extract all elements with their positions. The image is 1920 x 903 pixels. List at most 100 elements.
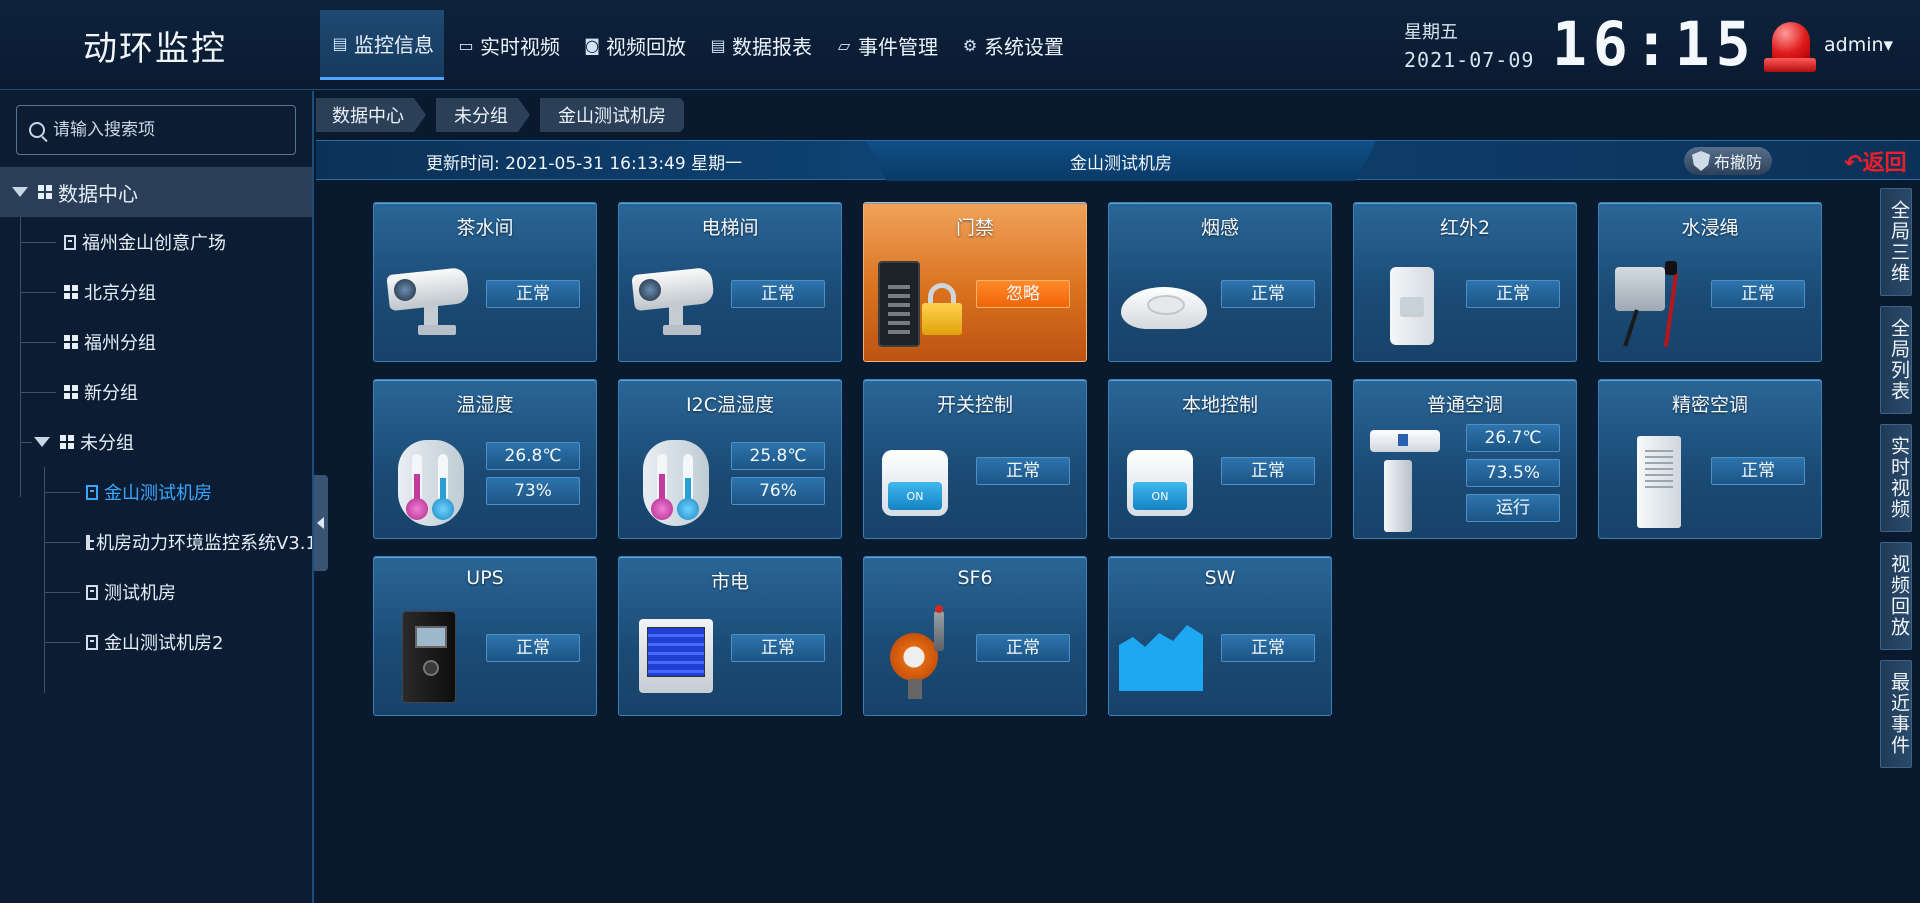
device-tree: 数据中心 福州金山创意广场 北京分组 福州分组 新分组 未分组 金山测试机房 机… [0, 167, 312, 693]
device-tile[interactable]: 烟感 正常 [1108, 202, 1332, 362]
room-icon [86, 634, 98, 650]
device-tile[interactable]: 水浸绳 正常 [1598, 202, 1822, 362]
search-input[interactable] [53, 120, 273, 140]
tile-title: 水浸绳 [1681, 217, 1739, 239]
weekday: 星期五 [1404, 22, 1458, 43]
tile-title: 烟感 [1200, 217, 1239, 239]
water-leak-sensor-icon [1609, 253, 1705, 353]
device-tile[interactable]: SF6 正常 [863, 556, 1087, 716]
nav-label: 实时视频 [480, 34, 560, 59]
nav-data-report[interactable]: ▤ 数据报表 [698, 10, 822, 80]
breadcrumb-item[interactable]: 金山测试机房 [540, 98, 684, 132]
nav-system-settings[interactable]: ⚙ 系统设置 [950, 10, 1074, 80]
tree-guide [44, 542, 80, 543]
top-header: 动环监控 ▤ 监控信息 ▭ 实时视频 ◙ 视频回放 ▤ 数据报表 ▱ 事件管理 … [0, 0, 1920, 90]
arm-disarm-button[interactable]: 布撤防 [1684, 147, 1772, 175]
back-button[interactable]: ↶返回 [1844, 145, 1906, 177]
area-chart-graphic [1119, 625, 1203, 691]
device-tile[interactable]: 温湿度 26.8℃ 73% [373, 379, 597, 539]
device-tile[interactable]: 电梯间 正常 [618, 202, 842, 362]
report-icon: ▤ [710, 35, 726, 55]
nav-live-video[interactable]: ▭ 实时视频 [446, 10, 570, 80]
status-value: 正常 [486, 280, 580, 308]
app-title: 动环监控 [83, 28, 227, 69]
date: 2021-07-09 [1404, 48, 1535, 72]
side-tab-video-playback[interactable]: 视频回放 [1880, 542, 1912, 650]
infrared-sensor-icon [1364, 253, 1460, 353]
thermometer-icon [629, 430, 725, 530]
access-control-icon [874, 253, 970, 353]
tile-title: 门禁 [955, 217, 994, 239]
humidity-value: 73.5% [1466, 459, 1560, 487]
tree-item-label: 未分组 [80, 433, 134, 454]
temperature-value: 25.8℃ [731, 442, 825, 470]
group-icon [64, 385, 78, 399]
temperature-value: 26.7℃ [1466, 424, 1560, 452]
nav-event-management[interactable]: ▱ 事件管理 [824, 10, 948, 80]
device-tile[interactable]: 本地控制 ON 正常 [1108, 379, 1332, 539]
room-icon [86, 484, 98, 500]
status-value: 正常 [1221, 457, 1315, 485]
tree-guide [20, 442, 32, 443]
sidebar-collapse-handle[interactable] [314, 475, 328, 571]
precision-ac-icon [1609, 430, 1705, 530]
device-tile[interactable]: 茶水间 正常 [373, 202, 597, 362]
tree-guide [44, 642, 80, 643]
breadcrumb: 数据中心 未分组 金山测试机房 [316, 98, 694, 132]
nav-label: 监控信息 [354, 33, 434, 57]
status-value: 忽略 [976, 280, 1070, 308]
tile-title: 本地控制 [1181, 394, 1258, 416]
nav-video-playback[interactable]: ◙ 视频回放 [572, 10, 696, 80]
tree-root[interactable]: 数据中心 [0, 167, 312, 217]
expand-caret-icon[interactable] [34, 437, 50, 447]
nav-monitor-info[interactable]: ▤ 监控信息 [320, 10, 444, 80]
device-tile[interactable]: UPS 正常 [373, 556, 597, 716]
shield-icon [1692, 151, 1710, 171]
device-tile[interactable]: SW 正常 [1108, 556, 1332, 716]
tree-item-label: 机房动力环境监控系统V3.1 [96, 533, 312, 554]
temperature-value: 26.8℃ [486, 442, 580, 470]
side-tab-global-list[interactable]: 全局列表 [1880, 306, 1912, 414]
monitor-doc-icon: ▤ [332, 34, 348, 53]
sf6-detector-icon [874, 605, 970, 707]
group-icon [64, 335, 78, 349]
tree-guide [20, 342, 56, 343]
device-tile[interactable]: 开关控制 ON 正常 [863, 379, 1087, 539]
device-tile[interactable]: 红外2 正常 [1353, 202, 1577, 362]
search-icon [29, 122, 45, 138]
user-menu[interactable]: admin▾ [1824, 34, 1893, 56]
alarm-light-icon[interactable] [1762, 18, 1818, 72]
tile-title: SW [1204, 567, 1236, 589]
tree-item[interactable]: 未分组 [0, 417, 312, 467]
ups-icon [384, 607, 480, 707]
info-bar: 更新时间: 2021-05-31 16:13:49 星期一 金山测试机房 布撤防… [316, 140, 1920, 181]
tile-title: SF6 [957, 567, 993, 589]
device-tile[interactable]: 市电 正常 [618, 556, 842, 716]
camera-playback-icon: ◙ [584, 35, 600, 55]
device-tile[interactable]: 精密空调 正常 [1598, 379, 1822, 539]
side-tab-global-3d[interactable]: 全局三维 [1880, 188, 1912, 296]
tree-root-label: 数据中心 [58, 181, 138, 206]
back-label: 返回 [1862, 151, 1907, 176]
device-tile[interactable]: I2C温湿度 25.8℃ 76% [618, 379, 842, 539]
tile-title: 市电 [710, 571, 749, 593]
switch-on-label: ON [1133, 482, 1187, 510]
nav-label: 数据报表 [732, 34, 812, 59]
video-camera-icon: ▭ [458, 35, 474, 55]
expand-caret-icon[interactable] [12, 187, 28, 197]
status-value: 正常 [976, 634, 1070, 662]
device-tile[interactable]: 普通空调 26.7℃ 73.5% 运行 [1353, 379, 1577, 539]
breadcrumb-item[interactable]: 数据中心 [316, 98, 426, 132]
main-nav: ▤ 监控信息 ▭ 实时视频 ◙ 视频回放 ▤ 数据报表 ▱ 事件管理 ⚙ 系统设… [320, 10, 1076, 80]
status-value: 正常 [1221, 634, 1315, 662]
breadcrumb-item[interactable]: 未分组 [436, 98, 530, 132]
date-display: 星期五 2021-07-09 [1404, 18, 1534, 72]
device-tile-alert[interactable]: 门禁 忽略 [863, 202, 1087, 362]
room-title: 金山测试机房 [866, 141, 1376, 181]
side-tab-recent-events[interactable]: 最近事件 [1880, 660, 1912, 768]
tile-title: 精密空调 [1671, 394, 1748, 416]
side-tab-live-video[interactable]: 实时视频 [1880, 424, 1912, 532]
search-box [16, 105, 296, 155]
switch-on-label: ON [888, 482, 942, 510]
tree-item-label: 金山测试机房2 [104, 633, 224, 654]
